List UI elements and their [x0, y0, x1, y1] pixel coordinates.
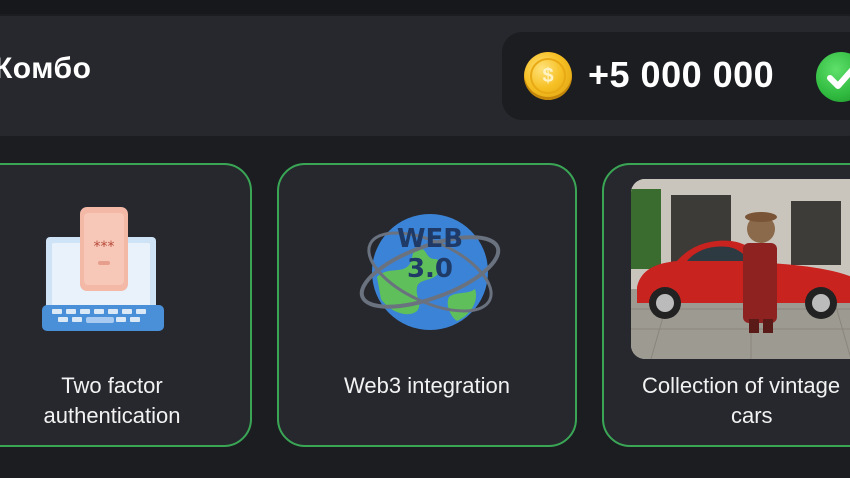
checkmark-icon	[816, 52, 850, 102]
vintage-car-photo	[631, 179, 850, 359]
globe-text-web: WEB	[397, 224, 463, 254]
top-strip	[0, 0, 850, 14]
laptop-phone-icon: ***	[42, 207, 164, 331]
svg-text:***: ***	[94, 239, 115, 255]
card-title-line1: Two factor	[61, 373, 163, 398]
coin-symbol: $	[530, 58, 566, 94]
combo-card-web3[interactable]: WEB 3.0 Web3 integration	[277, 163, 577, 447]
combo-card-two-factor[interactable]: *** Two factor authentication	[0, 163, 252, 447]
card-title-line2: cars	[731, 403, 773, 428]
card-title-line1: Collection of vintage	[642, 373, 841, 398]
globe-text-version: 3.0	[407, 254, 453, 284]
web3-globe-icon: WEB 3.0	[359, 214, 501, 330]
combo-card-vintage-cars[interactable]: Collection of vintage cars	[602, 163, 850, 447]
coin-icon: $	[524, 52, 572, 100]
reward-amount: +5 000 000	[588, 54, 775, 95]
card-title-line2: authentication	[43, 403, 181, 428]
card-title-line1: Web3 integration	[344, 373, 510, 398]
combo-title: Комбо	[0, 52, 92, 85]
